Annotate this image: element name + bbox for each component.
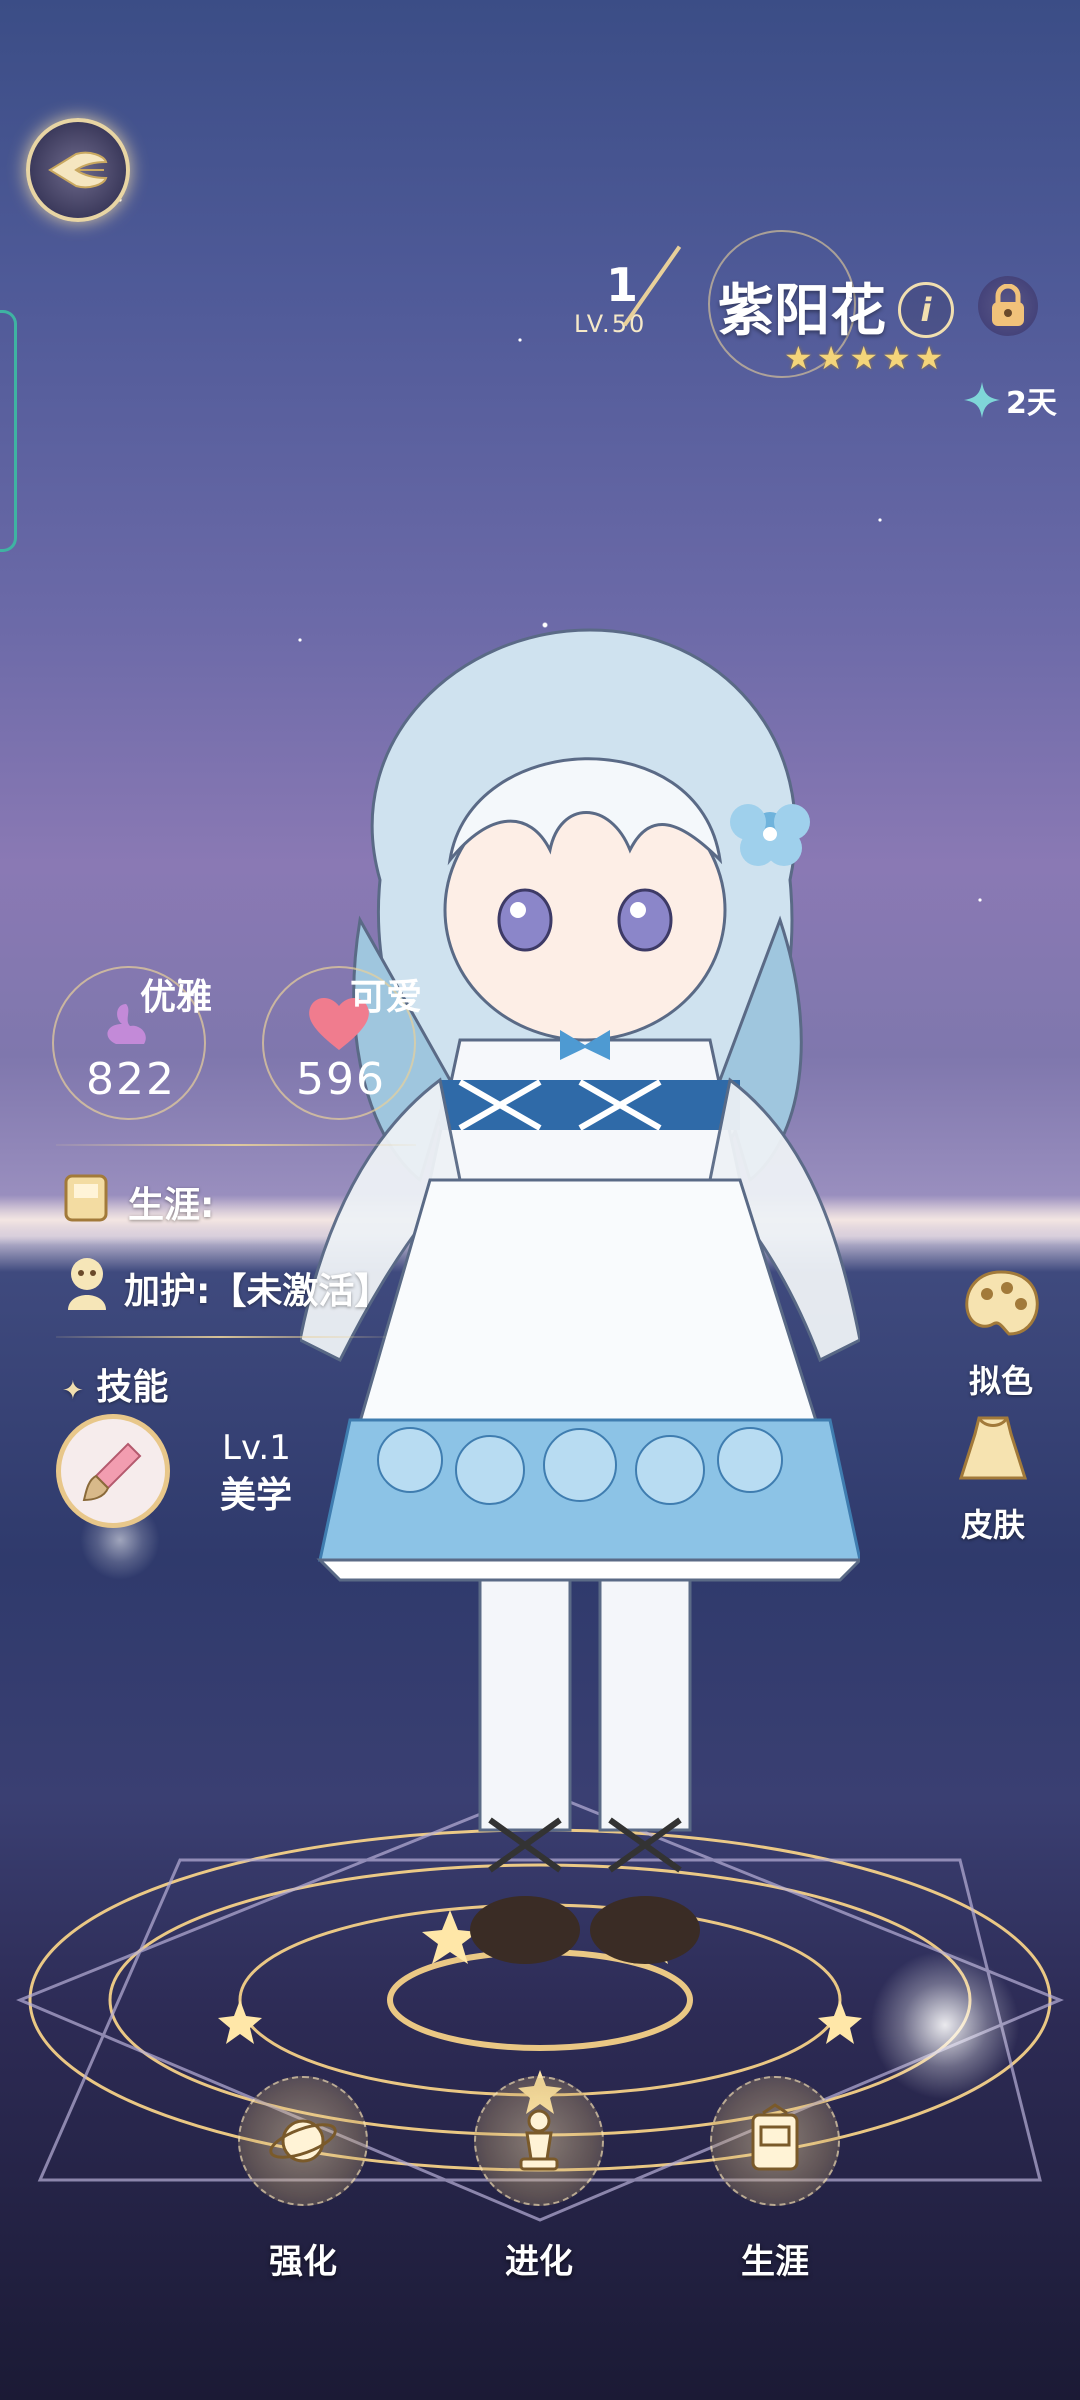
lock-button[interactable] xyxy=(978,276,1038,336)
dress-icon xyxy=(958,1416,1028,1480)
career-menu-label: 生涯 xyxy=(741,2242,809,2282)
star-icon: ★ xyxy=(784,339,813,377)
evolve-label: 进化 xyxy=(505,2242,573,2282)
dye-button[interactable]: 拟色 xyxy=(946,1264,1056,1402)
duration-text: 2天 xyxy=(1006,386,1057,421)
back-button[interactable] xyxy=(26,118,130,222)
sparkle-icon xyxy=(964,382,1000,418)
star-icon: ★ xyxy=(882,339,911,377)
skill-aesthetics-button[interactable] xyxy=(56,1414,170,1528)
wing-back-icon xyxy=(48,151,108,189)
star-icon: ★ xyxy=(849,339,879,377)
protection-status[interactable]: 加护:【未激活】 xyxy=(124,1262,390,1314)
skills-label: 技能 xyxy=(96,1367,169,1408)
dye-label: 拟色 xyxy=(968,1362,1033,1400)
star-icon: ★ xyxy=(816,339,846,377)
enhance-button[interactable]: 强化 xyxy=(228,2076,378,2283)
character-name: 紫阳花 xyxy=(718,279,886,344)
duration-badge: 2天 xyxy=(962,378,1057,422)
skin-button[interactable]: 皮肤 xyxy=(938,1408,1048,1546)
rarity-stars: ★ ★ ★ ★ ★ xyxy=(784,342,943,374)
career-icon-frame xyxy=(710,2076,840,2206)
stat-cute: 可爱 596 xyxy=(262,966,422,1126)
paintbrush-icon xyxy=(82,1442,142,1502)
planet-icon xyxy=(269,2119,337,2163)
career-label: 生涯: xyxy=(128,1185,215,1226)
palette-icon xyxy=(965,1270,1039,1336)
lock-icon xyxy=(992,284,1024,326)
career-button[interactable]: 生涯 xyxy=(700,2076,850,2283)
side-drawer-tab[interactable] xyxy=(0,310,17,552)
evolve-button[interactable]: 进化 xyxy=(464,2076,614,2283)
guardian-icon xyxy=(68,1258,106,1310)
stat-cute-label: 可爱 xyxy=(350,977,423,1018)
skills-heading: ✦ 技能 xyxy=(62,1358,168,1410)
info-button[interactable]: i xyxy=(898,282,954,338)
light-orb xyxy=(870,1950,1020,2100)
stat-elegance-label: 优雅 xyxy=(140,977,213,1018)
storybook-icon xyxy=(751,2103,799,2171)
stat-elegance: 优雅 822 xyxy=(52,966,212,1126)
skill-name: 美学 xyxy=(220,1475,293,1516)
enhance-label: 强化 xyxy=(269,2242,337,2282)
level-current: 1 xyxy=(606,258,639,312)
skin-label: 皮肤 xyxy=(960,1506,1025,1544)
chess-piece-icon xyxy=(519,2109,559,2171)
sparkle-icon: ✦ xyxy=(62,1376,84,1406)
evolve-icon-frame xyxy=(474,2076,604,2206)
level-max: LV.50 xyxy=(574,310,647,338)
stats-divider xyxy=(56,1144,416,1146)
enhance-icon-frame xyxy=(238,2076,368,2206)
career-book-icon xyxy=(64,1174,108,1222)
skill-level: Lv.1 xyxy=(222,1428,291,1468)
stat-cute-value: 596 xyxy=(296,1054,386,1105)
star-icon: ★ xyxy=(914,339,944,377)
protection-divider xyxy=(56,1336,386,1338)
stat-elegance-value: 822 xyxy=(86,1054,176,1105)
info-icon: i xyxy=(920,291,932,329)
